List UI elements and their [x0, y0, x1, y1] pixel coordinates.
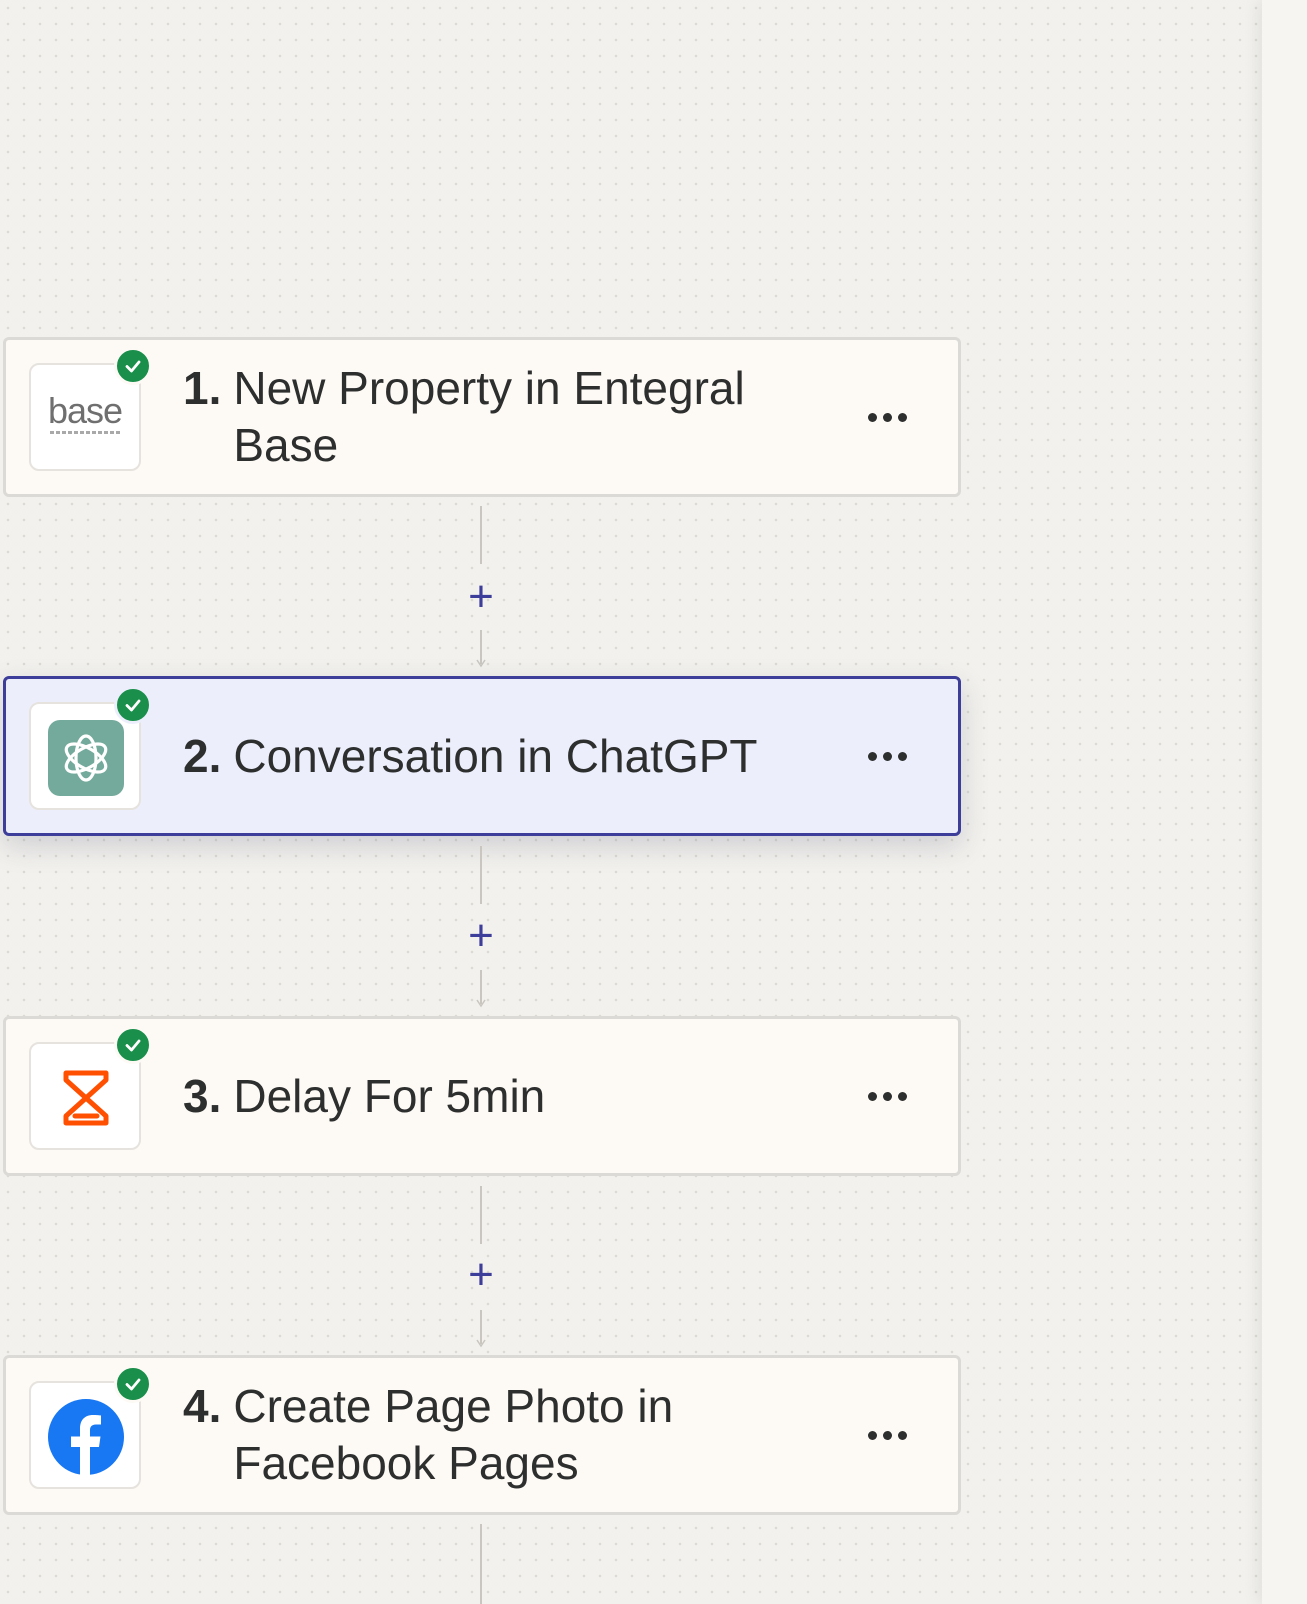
more-options-button[interactable] [858, 397, 916, 437]
step-number: 3. [183, 1069, 222, 1122]
connector-line [480, 1186, 482, 1244]
connector-line [480, 506, 482, 564]
hourglass-icon [63, 1070, 109, 1126]
right-panel-edge [1262, 0, 1307, 1604]
step-card-2[interactable]: 2. Conversation in ChatGPT [3, 676, 961, 836]
more-options-button[interactable] [858, 1076, 916, 1116]
add-step-button[interactable]: + [462, 575, 500, 619]
arrow-down-icon [476, 1339, 486, 1348]
add-step-button[interactable]: + [462, 1253, 500, 1297]
step-title: New Property in Entegral Base [233, 362, 745, 471]
check-icon [114, 1026, 152, 1064]
step-card-1[interactable]: base 1. New Property in Entegral Base [3, 337, 961, 497]
workflow-canvas: base 1. New Property in Entegral Base + [0, 0, 1262, 1604]
step-title: Create Page Photo in Facebook Pages [233, 1380, 674, 1489]
facebook-icon [48, 1399, 124, 1475]
arrow-down-icon [476, 999, 486, 1008]
check-icon [114, 347, 152, 385]
step-number: 1. [183, 362, 222, 414]
step-card-4[interactable]: 4. Create Page Photo in Facebook Pages [3, 1355, 961, 1515]
step-title: Delay For 5min [233, 1069, 546, 1122]
connector-line [480, 1524, 482, 1604]
check-icon [114, 1365, 152, 1403]
step-number: 4. [183, 1380, 222, 1432]
chatgpt-icon [48, 720, 124, 796]
step-card-3[interactable]: 3. Delay For 5min [3, 1016, 961, 1176]
more-options-button[interactable] [858, 736, 916, 776]
arrow-down-icon [476, 659, 486, 668]
step-number: 2. [183, 729, 222, 782]
check-icon [114, 686, 152, 724]
step-title: Conversation in ChatGPT [233, 729, 758, 782]
connector-line [480, 846, 482, 904]
add-step-button[interactable]: + [462, 914, 500, 958]
more-options-button[interactable] [858, 1415, 916, 1455]
